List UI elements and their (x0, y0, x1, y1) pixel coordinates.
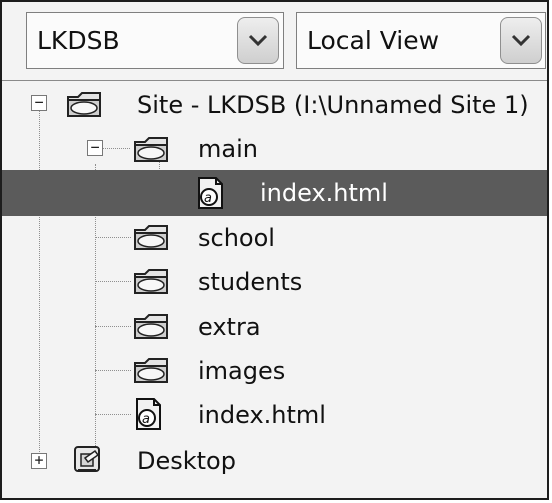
tree-row-desktop[interactable]: + Desktop (2, 438, 547, 484)
tree-row-main-folder[interactable]: − main (2, 126, 547, 172)
main-folder-label: main (198, 135, 258, 163)
folder-icon (65, 87, 103, 121)
root-index-html-label: index.html (198, 401, 326, 429)
site-file-tree: − Site - LKDSB (I:\Unnamed Site 1) − mai… (2, 82, 547, 498)
tree-row-main-index-html[interactable]: a index.html (2, 170, 547, 216)
svg-text:a: a (142, 412, 150, 427)
site-root-label: Site - LKDSB (I:\Unnamed Site 1) (137, 91, 529, 119)
collapse-main-folder-button[interactable]: − (87, 140, 103, 156)
extra-folder-label: extra (198, 313, 261, 341)
site-selector-dropdown-button[interactable] (237, 17, 279, 64)
site-selector-value: LKDSB (37, 26, 120, 55)
tree-row-students-folder[interactable]: students (2, 259, 547, 305)
folder-icon (132, 309, 170, 343)
tree-row-images-folder[interactable]: images (2, 348, 547, 394)
tree-row-school-folder[interactable]: school (2, 215, 547, 261)
tree-row-root-index-html[interactable]: a index.html (2, 392, 547, 438)
desktop-label: Desktop (137, 447, 236, 475)
html-file-icon: a (132, 397, 163, 431)
school-folder-label: school (198, 224, 275, 252)
folder-icon (132, 132, 170, 166)
folder-icon (132, 220, 170, 254)
folder-icon (132, 264, 170, 298)
files-panel: LKDSB Local View − Site - LKDSB (I:\Unna… (0, 0, 549, 500)
view-selector[interactable]: Local View (296, 12, 546, 69)
expand-desktop-button[interactable]: + (31, 453, 47, 469)
main-index-html-label: index.html (260, 179, 388, 207)
chevron-down-icon (511, 34, 531, 47)
site-selector[interactable]: LKDSB (26, 12, 284, 69)
students-folder-label: students (198, 268, 303, 296)
view-selector-dropdown-button[interactable] (500, 17, 542, 64)
files-toolbar: LKDSB Local View (2, 2, 547, 81)
folder-icon (132, 353, 170, 387)
html-file-icon: a (194, 176, 225, 210)
tree-row-site-root[interactable]: − Site - LKDSB (I:\Unnamed Site 1) (2, 82, 547, 128)
chevron-down-icon (248, 34, 268, 47)
tree-row-extra-folder[interactable]: extra (2, 304, 547, 350)
svg-text:a: a (204, 191, 212, 206)
desktop-icon (67, 443, 105, 477)
collapse-site-root-button[interactable]: − (31, 95, 47, 111)
view-selector-value: Local View (307, 26, 440, 55)
images-folder-label: images (198, 357, 286, 385)
